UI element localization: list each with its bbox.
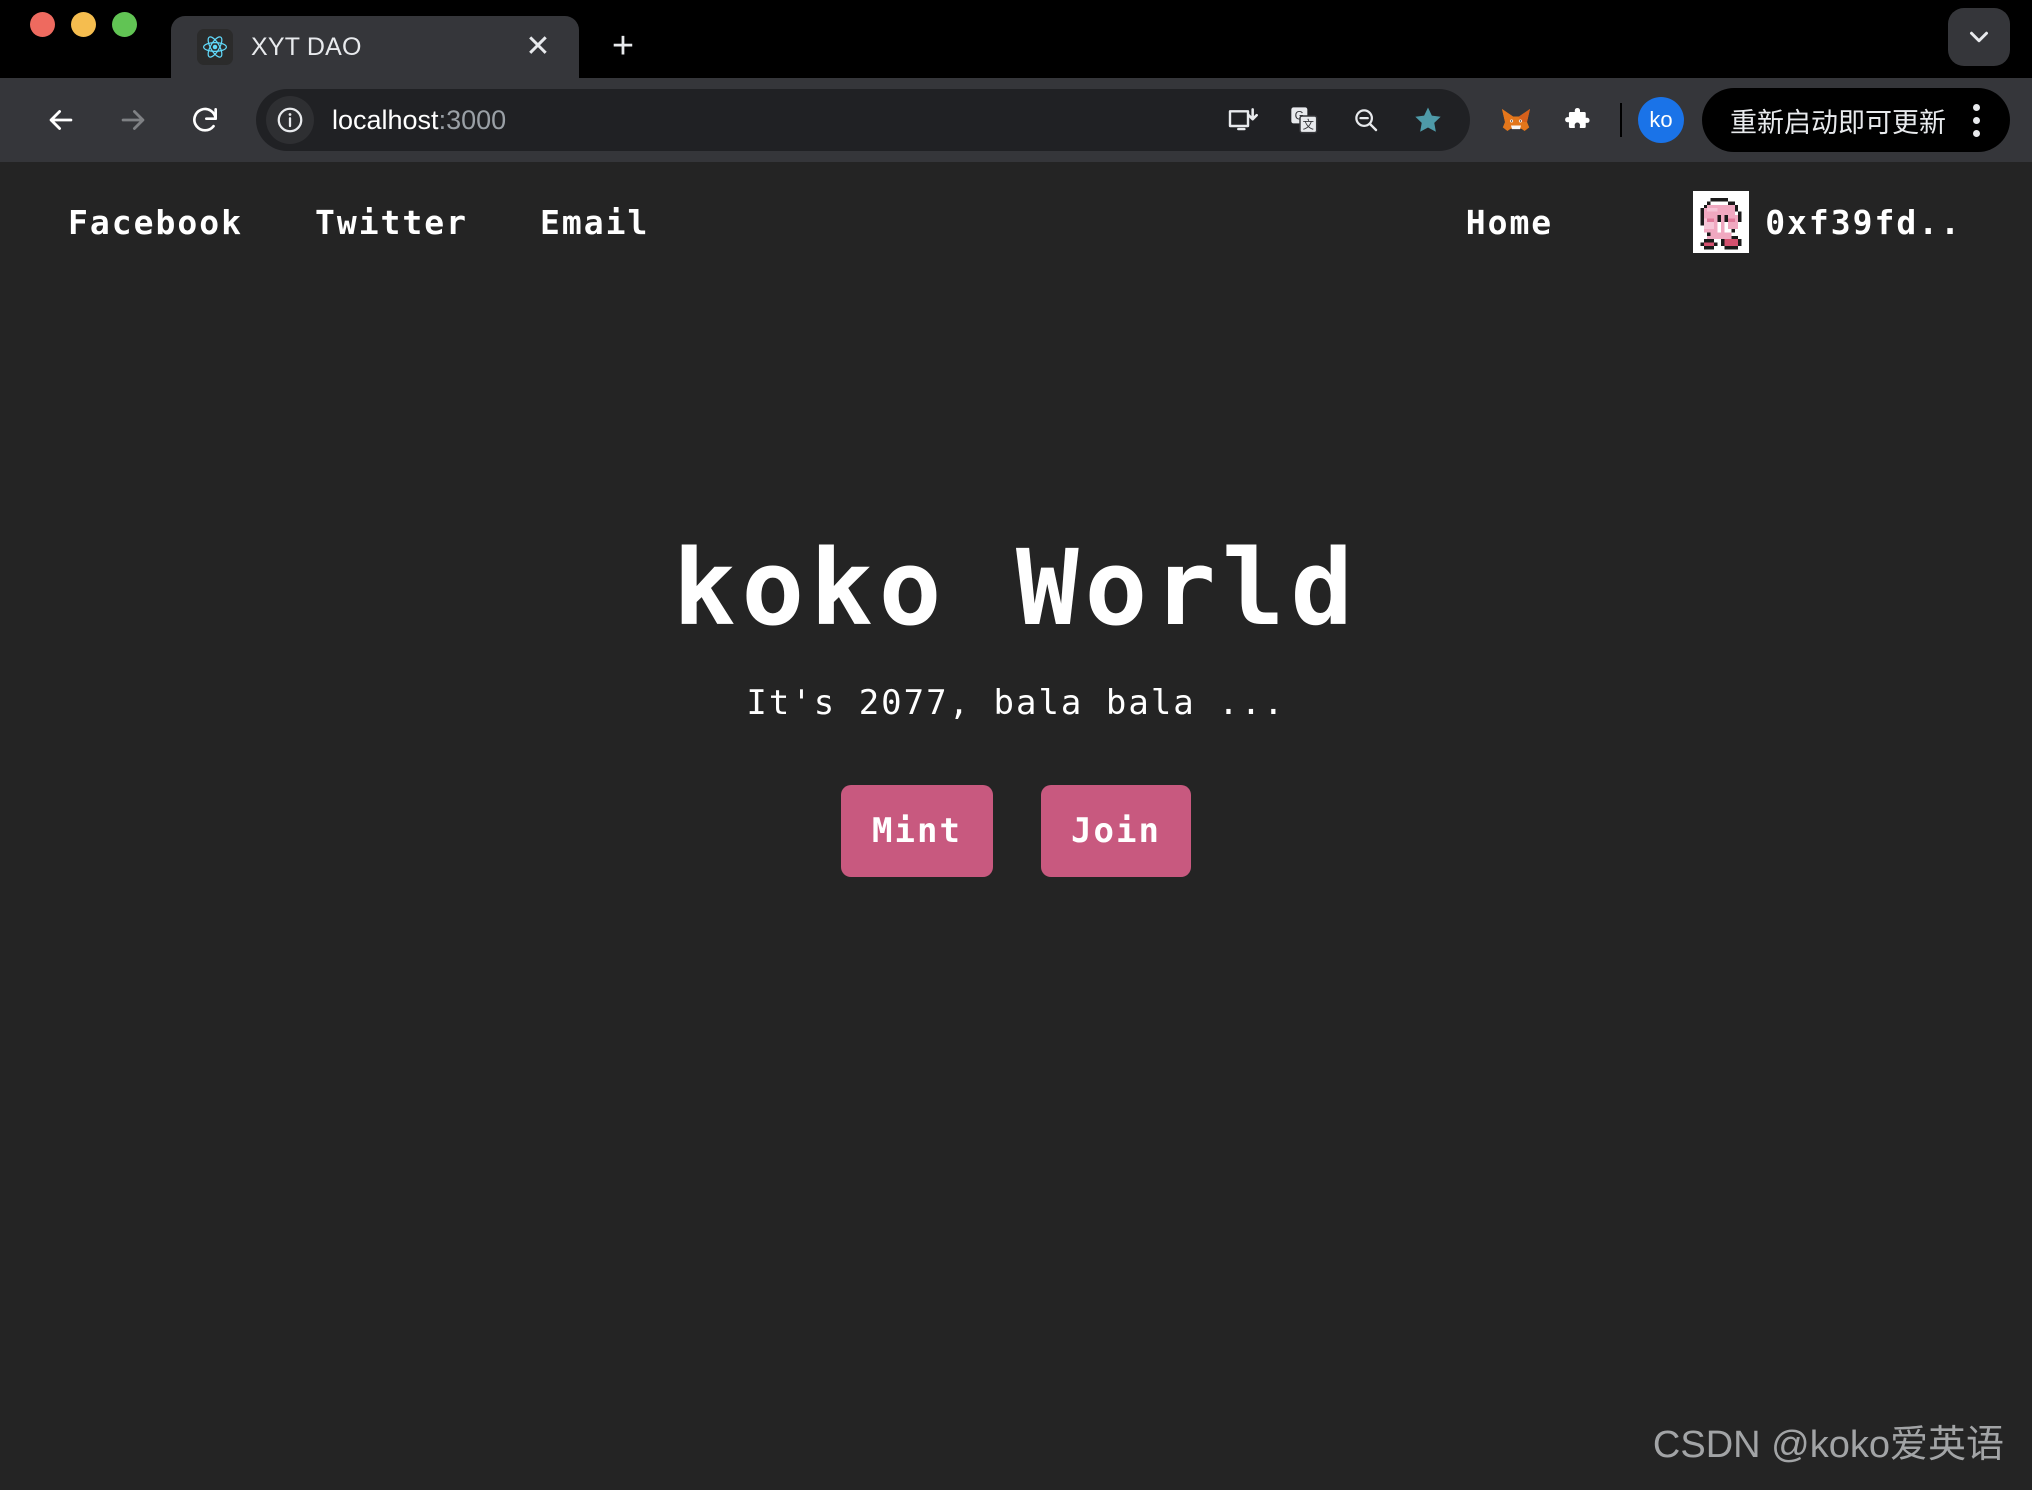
profile-avatar[interactable]: ko: [1638, 97, 1684, 143]
toolbar-extensions: [1488, 92, 1604, 148]
tab-strip: XYT DAO ✕ +: [0, 0, 2032, 78]
window-close-button[interactable]: [30, 11, 55, 37]
update-button-label: 重新启动即可更新: [1730, 107, 1946, 138]
watermark-label: CSDN @koko爱英语: [1652, 1424, 2004, 1466]
window-minimize-button[interactable]: [71, 11, 96, 37]
page-title: koko World: [672, 527, 1360, 649]
hero-section: koko World It's 2077, bala bala ... Mint…: [0, 527, 2032, 878]
google-translate-icon[interactable]: G 文: [1276, 92, 1332, 148]
nav-link-twitter[interactable]: Twitter: [315, 203, 468, 242]
window-maximize-button[interactable]: [112, 11, 137, 37]
new-tab-button[interactable]: +: [595, 18, 651, 74]
update-browser-button[interactable]: 重新启动即可更新: [1702, 88, 2010, 152]
address-bar[interactable]: localhost:3000 G 文: [256, 89, 1470, 151]
site-navigation-bar: Facebook Twitter Email Home 0xf39fd..: [0, 162, 2032, 282]
site-nav-left: Facebook Twitter Email: [68, 203, 649, 242]
zoom-out-magnifier-icon[interactable]: [1338, 92, 1394, 148]
address-bar-url[interactable]: localhost:3000: [332, 105, 1214, 136]
react-logo-icon: [197, 29, 233, 65]
url-port: :3000: [438, 104, 507, 135]
wallet-address-label: 0xf39fd..: [1765, 202, 1962, 242]
nav-link-email[interactable]: Email: [540, 203, 649, 242]
window-traffic-lights: [30, 0, 137, 78]
metamask-fox-icon[interactable]: [1488, 92, 1544, 148]
join-button[interactable]: Join: [1041, 785, 1191, 878]
browser-window: XYT DAO ✕ + localhost:3000 G 文 ko 重新启动即可…: [0, 0, 2032, 1490]
kirby-pixel-avatar-icon: [1693, 191, 1750, 253]
browser-toolbar: localhost:3000 G 文 ko 重新启动即可更新: [0, 78, 2032, 162]
puzzle-piece-icon[interactable]: [1548, 92, 1604, 148]
forward-arrow-icon: [104, 91, 162, 149]
hero-action-buttons: Mint Join: [0, 785, 2032, 878]
omnibox-actions: G 文: [1214, 92, 1456, 148]
svg-text:文: 文: [1303, 118, 1314, 132]
wallet-connected-chip[interactable]: 0xf39fd..: [1693, 191, 1962, 253]
chevron-down-icon[interactable]: [1948, 8, 2010, 66]
toolbar-divider: [1620, 103, 1622, 137]
info-circle-icon[interactable]: [266, 96, 314, 144]
tab-title: XYT DAO: [251, 32, 362, 61]
browser-tab[interactable]: XYT DAO ✕: [171, 16, 579, 78]
cast-screen-icon[interactable]: [1214, 92, 1270, 148]
star-filled-icon[interactable]: [1400, 92, 1456, 148]
web-page-content: Facebook Twitter Email Home 0xf39fd.. ko…: [0, 162, 2032, 1490]
nav-link-home[interactable]: Home: [1466, 203, 1553, 242]
page-subtitle: It's 2077, bala bala ...: [746, 683, 1286, 724]
mint-button[interactable]: Mint: [841, 785, 993, 878]
tab-close-icon[interactable]: ✕: [519, 28, 557, 66]
site-nav-right: Home 0xf39fd..: [1466, 191, 1962, 253]
url-host: localhost: [332, 104, 439, 135]
three-dot-menu-icon[interactable]: [1956, 96, 1996, 144]
nav-link-facebook[interactable]: Facebook: [68, 203, 243, 242]
reload-icon[interactable]: [176, 91, 234, 149]
back-arrow-icon[interactable]: [32, 91, 90, 149]
